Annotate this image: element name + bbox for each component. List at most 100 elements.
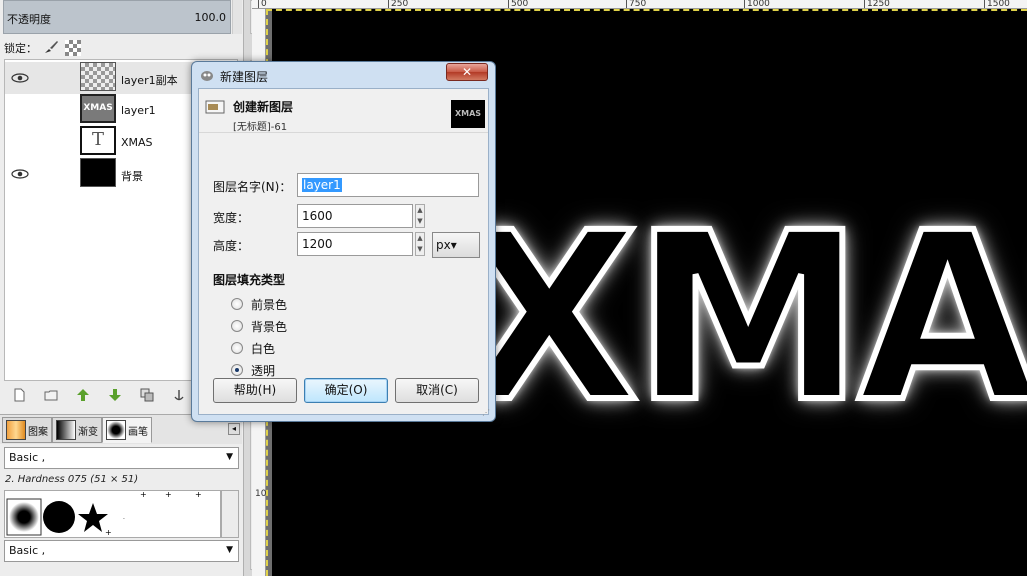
- unit-value: px: [436, 238, 451, 252]
- layer-thumbnail: [80, 62, 116, 91]
- eye-icon[interactable]: [11, 73, 29, 83]
- dialog-header-title: 创建新图层: [233, 100, 294, 114]
- tab-menu-icon[interactable]: ◂: [228, 423, 240, 435]
- canvas-glow-text: XMAS: [457, 183, 1027, 453]
- ruler-tick: 750: [626, 0, 646, 8]
- ruler-tick: 1000: [255, 489, 278, 499]
- ruler-tick: 1000: [744, 0, 770, 8]
- layer-thumbnail: [80, 158, 116, 187]
- radio-label: 前景色: [251, 297, 288, 312]
- unit-select[interactable]: px▾: [432, 232, 480, 258]
- dialog-body: 创建新图层 [无标题]-61 XMAS 图层名字(N)： layer1 宽度： …: [198, 88, 489, 415]
- cancel-button[interactable]: 取消(C): [395, 378, 479, 403]
- image-thumbnail: XMAS: [451, 100, 485, 128]
- layer-name[interactable]: 背景: [121, 168, 143, 184]
- pattern-icon: [6, 420, 26, 440]
- radio-button[interactable]: [231, 298, 243, 310]
- layer-boundary: [266, 9, 1027, 11]
- opacity-spin-button[interactable]: [232, 0, 242, 34]
- radio-button[interactable]: [231, 320, 243, 332]
- chevron-down-icon: ▼: [226, 545, 233, 555]
- tab-label: 画笔: [128, 426, 148, 438]
- brush-set-value: Basic ,: [9, 451, 46, 464]
- height-input[interactable]: 1200: [297, 232, 413, 256]
- layer-name-label: 图层名字(N)：: [213, 180, 292, 194]
- ruler-tick: 1250: [864, 0, 890, 8]
- new-group-icon[interactable]: [44, 388, 58, 402]
- brush-grid: . + + + +: [4, 490, 221, 538]
- height-label: 高度：: [213, 239, 250, 253]
- tab-gradients[interactable]: 渐变: [52, 417, 102, 443]
- new-layer-dialog: 新建图层 ✕ 创建新图层 [无标题]-61 XMAS 图层名字(N)： laye…: [191, 61, 496, 422]
- layer-name-value: layer1: [302, 178, 342, 192]
- layer-name[interactable]: layer1副本: [121, 72, 178, 88]
- layer-name-input[interactable]: layer1: [297, 173, 479, 197]
- dialog-header: 创建新图层 [无标题]-61 XMAS: [199, 89, 488, 133]
- hard-brush-icon: [43, 501, 75, 533]
- resize-grip-icon[interactable]: ⋰: [482, 408, 492, 418]
- fill-option-background[interactable]: 背景色: [231, 318, 287, 334]
- brush-name: 2. Hardness 075 (51 × 51): [5, 474, 139, 485]
- tag-combo[interactable]: Basic , ▼: [4, 540, 239, 562]
- width-spinner[interactable]: ▲ ▼: [415, 204, 425, 228]
- help-button[interactable]: 帮助(H): [213, 378, 297, 403]
- radio-button[interactable]: [231, 364, 243, 376]
- lock-row: 锁定：: [4, 40, 81, 56]
- new-layer-icon: [205, 100, 225, 114]
- radio-label: 透明: [251, 363, 276, 378]
- duplicate-layer-icon[interactable]: [140, 388, 154, 402]
- fill-option-white[interactable]: 白色: [231, 340, 275, 356]
- chevron-down-icon: ▼: [226, 452, 233, 462]
- dialog-titlebar[interactable]: 新建图层 ✕: [192, 62, 495, 88]
- close-icon: ✕: [461, 65, 473, 79]
- ruler-tick: 250: [388, 0, 408, 8]
- anchor-layer-icon[interactable]: [172, 388, 186, 402]
- tag-value: Basic ,: [9, 544, 46, 557]
- tab-label: 图案: [28, 426, 48, 438]
- brush-icon: [106, 420, 126, 440]
- width-label: 宽度：: [213, 211, 250, 225]
- tab-label: 渐变: [78, 426, 98, 438]
- horizontal-ruler[interactable]: 0 250 500 750 1000 1250 1500: [252, 0, 1027, 9]
- fill-type-heading: 图层填充类型: [213, 273, 286, 287]
- layer-name[interactable]: layer1: [121, 104, 156, 117]
- width-input[interactable]: 1600: [297, 204, 413, 228]
- chevron-down-icon: ▾: [450, 238, 457, 252]
- new-layer-icon[interactable]: [12, 388, 26, 402]
- opacity-value: 100.0: [194, 11, 227, 24]
- lock-pixels-icon[interactable]: [43, 39, 59, 58]
- text-layer-thumbnail: T: [80, 126, 116, 155]
- gimp-icon: [201, 71, 213, 81]
- tab-brushes[interactable]: 画笔: [102, 417, 152, 443]
- fill-option-transparent[interactable]: 透明: [231, 362, 275, 378]
- dialog-title: 新建图层: [220, 70, 269, 84]
- svg-text:+: +: [195, 491, 202, 499]
- lock-alpha-icon[interactable]: [65, 40, 81, 56]
- layer-thumbnail: XMAS: [80, 94, 116, 123]
- opacity-label: 不透明度: [7, 13, 51, 26]
- height-spinner[interactable]: ▲ ▼: [415, 232, 425, 256]
- svg-text:+: +: [165, 491, 172, 499]
- brush-set-combo[interactable]: Basic , ▼: [4, 447, 239, 469]
- lower-layer-icon[interactable]: [108, 388, 122, 402]
- ruler-tick: 0: [258, 0, 267, 8]
- ok-button[interactable]: 确定(O): [304, 378, 388, 403]
- brush-scrollbar[interactable]: [221, 490, 239, 538]
- ruler-tick: 1500: [984, 0, 1010, 8]
- layer-name[interactable]: XMAS: [121, 136, 153, 149]
- svg-text:+: +: [105, 528, 112, 537]
- eye-icon[interactable]: [11, 169, 29, 179]
- tab-patterns[interactable]: 图案: [2, 417, 52, 443]
- radio-label: 背景色: [251, 319, 288, 334]
- ruler-tick: 500: [508, 0, 528, 8]
- close-button[interactable]: ✕: [446, 63, 488, 81]
- lock-label: 锁定：: [4, 42, 37, 55]
- opacity-slider[interactable]: 不透明度 100.0: [3, 0, 231, 34]
- fill-option-foreground[interactable]: 前景色: [231, 296, 287, 312]
- star-brush-icon: [78, 503, 108, 532]
- radio-button[interactable]: [231, 342, 243, 354]
- raise-layer-icon[interactable]: [76, 388, 90, 402]
- svg-text:.: .: [123, 514, 125, 521]
- image-name: [无标题]-61: [233, 122, 288, 133]
- soft-brush-icon: [9, 502, 39, 532]
